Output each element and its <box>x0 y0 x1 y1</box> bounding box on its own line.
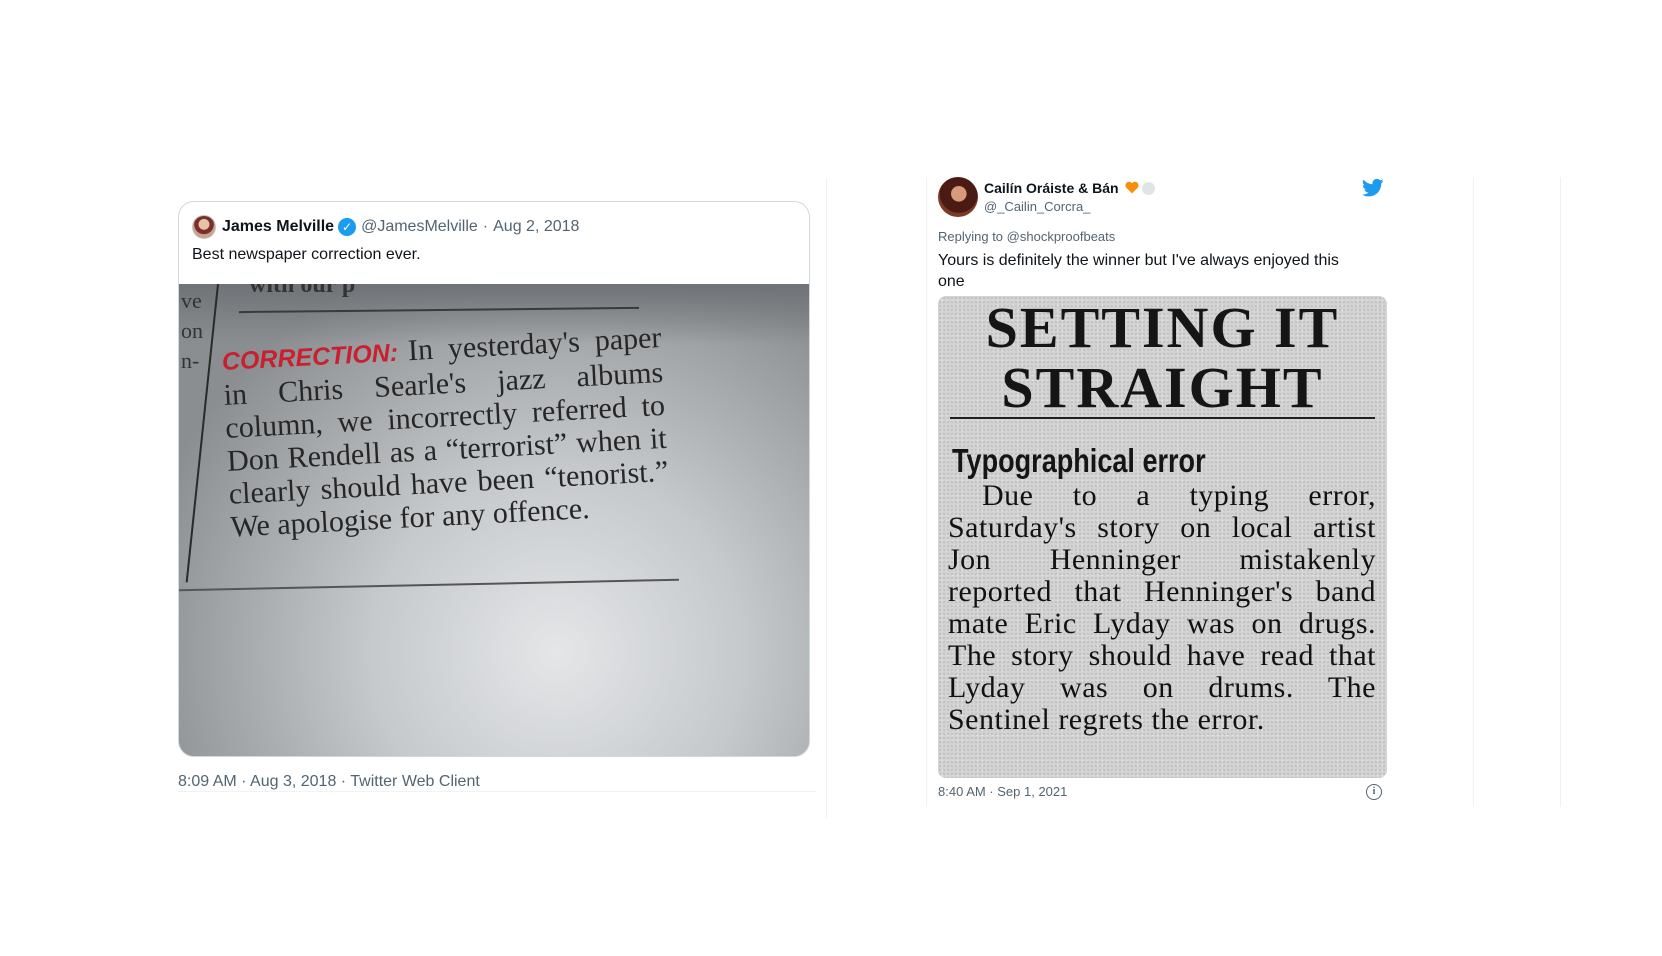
clipping-headline: SETTING IT STRAIGHT <box>985 296 1340 420</box>
info-icon[interactable]: i <box>1366 784 1382 800</box>
quoted-tweet-header: James Melville ✓ @JamesMelville · Aug 2,… <box>192 215 579 239</box>
reply-mention-link[interactable]: @shockproofbeats <box>1007 229 1116 244</box>
tweet-text: Yours is definitely the winner but I've … <box>938 252 1339 290</box>
white-heart-icon <box>1141 181 1155 195</box>
divider <box>1560 177 1561 807</box>
replying-to: Replying to @shockproofbeats <box>938 229 1115 244</box>
quoted-tweet-card[interactable]: James Melville ✓ @JamesMelville · Aug 2,… <box>178 201 810 757</box>
cropped-link-fragment <box>360 178 490 182</box>
tweet-date[interactable]: Aug 2, 2018 <box>493 218 579 236</box>
orange-heart-icon <box>1125 181 1139 195</box>
avatar[interactable] <box>938 177 978 217</box>
avatar[interactable] <box>192 215 216 239</box>
quoted-tweet-text: Best newspaper correction ever. <box>192 246 421 263</box>
clipping-subhead: Typographical error <box>952 442 1206 479</box>
newspaper-clipping-photo[interactable]: SETTING IT STRAIGHT Typographical error … <box>938 296 1387 778</box>
photo-margin-fragment: ve on n- <box>181 288 203 373</box>
clipping-body: Due to a typing error, Saturday's story … <box>948 479 1376 736</box>
newsprint-rule-bottom <box>179 578 679 592</box>
author-name[interactable]: James Melville <box>222 218 334 236</box>
tweet-timestamp[interactable]: 8:40 AM · Sep 1, 2021 <box>938 784 1067 799</box>
separator-dot: · <box>482 218 489 235</box>
author-handle[interactable]: @JamesMelville <box>361 218 478 236</box>
clipping-rule <box>950 417 1375 419</box>
replying-prefix: Replying to <box>938 229 1004 244</box>
author-name-row: Cailín Oráiste & Bán <box>984 180 1155 196</box>
twitter-bird-icon[interactable] <box>1362 178 1384 198</box>
verified-badge-icon: ✓ <box>338 218 357 236</box>
photo-top-fragment: with our p <box>249 284 356 298</box>
author-name[interactable]: Cailín Oráiste & Bán <box>984 180 1119 196</box>
tweet-timestamp[interactable]: 8:09 AM · Aug 3, 2018 · Twitter Web Clie… <box>178 773 480 791</box>
correction-article: CORRECTION: In yesterday's paper in Chris… <box>221 321 671 544</box>
divider <box>178 791 816 792</box>
author-handle[interactable]: @_Cailin_Corcra_ <box>984 199 1090 214</box>
newspaper-photo[interactable]: with our p ve on n- CORRECTION: In yester… <box>179 284 809 756</box>
